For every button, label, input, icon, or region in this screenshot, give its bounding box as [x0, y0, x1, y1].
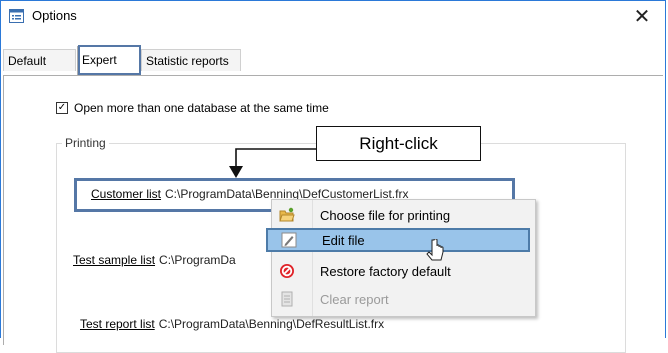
menu-item-label: Choose file for printing — [320, 207, 451, 223]
open-multiple-db-label: Open more than one database at the same … — [74, 101, 329, 115]
open-multiple-db-checkbox[interactable]: ✓ — [56, 102, 68, 114]
callout-text: Right-click — [359, 133, 438, 153]
test-report-list-link[interactable]: Test report list — [80, 317, 155, 331]
menu-item-label: Clear report — [320, 291, 389, 307]
options-app-icon — [9, 9, 24, 23]
right-click-callout: Right-click — [316, 126, 481, 161]
close-button[interactable]: ✕ — [619, 1, 665, 31]
tab-statistic-reports[interactable]: Statistic reports — [141, 49, 241, 71]
title-bar: Options ✕ — [1, 1, 665, 31]
menu-item-label: Edit file — [322, 232, 365, 248]
test-report-list-row: Test report list C:\ProgramData\Benning\… — [80, 317, 384, 331]
pencil-icon — [281, 232, 297, 248]
mouse-pointer-icon — [426, 239, 444, 261]
test-sample-list-row: Test sample list C:\ProgramDa — [73, 253, 236, 267]
context-menu: Choose file for printing Edit file Resto… — [266, 199, 536, 317]
menu-item-edit-file[interactable]: Edit file — [266, 228, 530, 252]
test-report-list-path: C:\ProgramData\Benning\DefResultList.frx — [158, 317, 385, 331]
customer-list-link[interactable]: Customer list — [91, 187, 161, 201]
menu-item-restore-default[interactable]: Restore factory default — [272, 259, 535, 283]
menu-item-choose-file[interactable]: Choose file for printing — [272, 203, 535, 227]
test-sample-list-path: C:\ProgramDa — [159, 253, 236, 267]
menu-item-clear-report: Clear report — [272, 287, 535, 311]
no-entry-icon — [280, 264, 294, 278]
close-icon: ✕ — [633, 4, 651, 28]
checkmark-icon: ✓ — [57, 102, 67, 113]
tab-expert[interactable]: Expert — [77, 46, 141, 75]
open-multiple-db-option[interactable]: ✓ Open more than one database at the sam… — [56, 101, 329, 115]
window-title: Options — [32, 8, 77, 23]
tab-strip: Default Expert Statistic reports — [1, 45, 665, 75]
tab-default[interactable]: Default — [3, 49, 76, 71]
menu-item-label: Restore factory default — [320, 263, 451, 279]
folder-open-icon — [279, 207, 295, 222]
document-icon — [281, 291, 293, 307]
test-sample-list-link[interactable]: Test sample list — [73, 253, 155, 267]
printing-group-title: Printing — [62, 136, 109, 150]
